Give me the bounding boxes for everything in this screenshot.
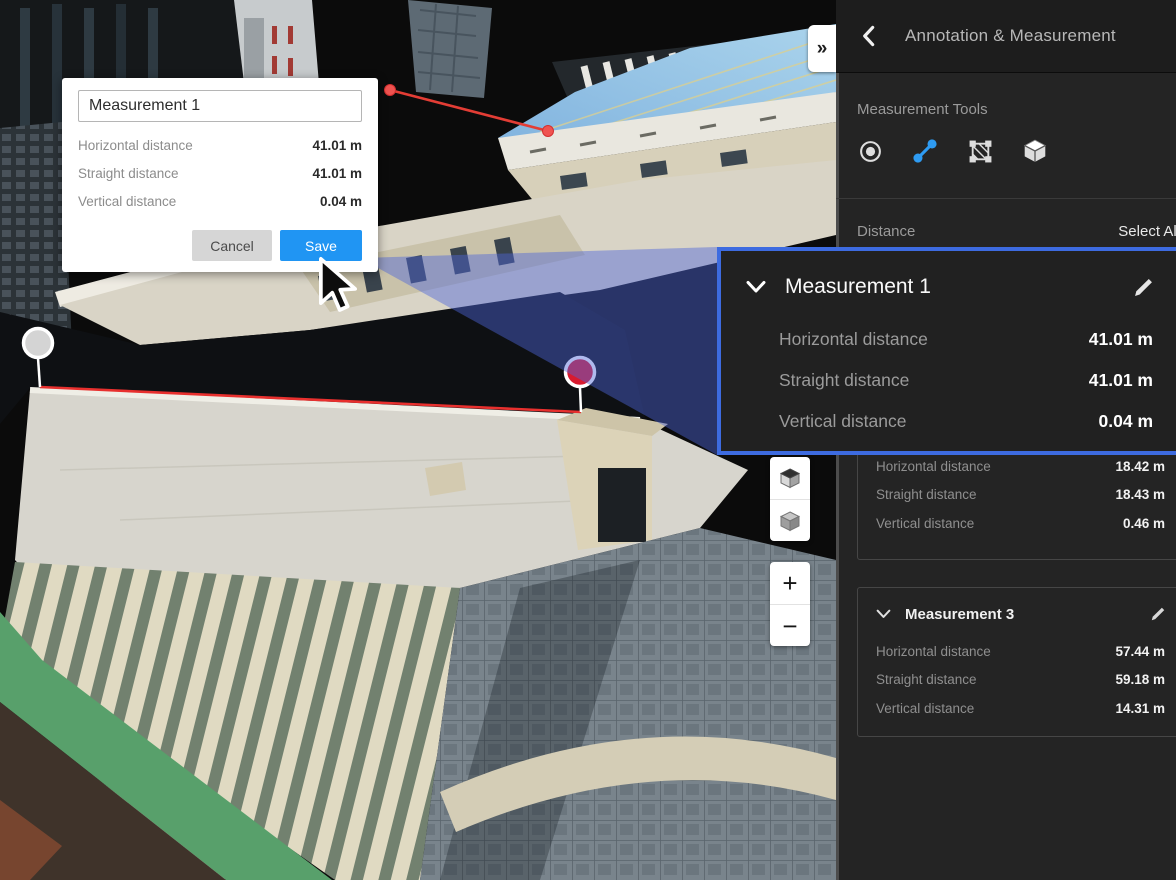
zoom-out-button[interactable]: −	[770, 604, 810, 646]
panel-title: Annotation & Measurement	[905, 26, 1116, 46]
measurement-1-row-straight: Straight distance 41.01 m	[779, 360, 1153, 401]
measurement-2-row-straight: Straight distance 18.43 m	[876, 481, 1165, 510]
popup-measurement-rows: Horizontal distance 41.01 m Straight dis…	[78, 131, 362, 215]
measurement-1-title: Measurement 1	[785, 275, 1134, 299]
map-3d-view[interactable]: » +	[0, 0, 836, 880]
edit-pencil-icon[interactable]	[1134, 278, 1153, 297]
measurement-tools-row	[857, 138, 1048, 164]
measurement-3-card[interactable]: Measurement 3 Horizontal distance 57.44 …	[857, 587, 1176, 737]
mouse-cursor	[316, 256, 360, 316]
chevron-down-icon[interactable]	[876, 608, 891, 620]
view-mode-controls	[770, 457, 810, 541]
volume-tool-icon	[1022, 138, 1048, 164]
measurement-1-row-horizontal: Horizontal distance 41.01 m	[779, 319, 1153, 360]
area-tool-icon	[968, 139, 993, 164]
popup-row-vertical: Vertical distance 0.04 m	[78, 187, 362, 215]
edit-pencil-icon[interactable]	[1151, 607, 1165, 621]
zoom-in-button[interactable]: +	[770, 562, 810, 604]
plus-icon: +	[782, 570, 797, 596]
divider	[836, 198, 1176, 199]
double-chevron-right-icon: »	[817, 38, 828, 60]
cancel-button[interactable]: Cancel	[192, 230, 272, 261]
collapse-panel-button[interactable]: »	[808, 25, 836, 72]
shaded-cube-view-button[interactable]	[770, 457, 810, 499]
measurement-save-popup: Horizontal distance 41.01 m Straight dis…	[62, 78, 378, 272]
point-tool-icon	[858, 139, 883, 164]
measurement-3-row-horizontal: Horizontal distance 57.44 m	[876, 637, 1165, 666]
measurement-name-input[interactable]	[78, 90, 362, 122]
popup-row-horizontal: Horizontal distance 41.01 m	[78, 131, 362, 159]
measurement-3-row-vertical: Vertical distance 14.31 m	[876, 694, 1165, 723]
cube-top-shaded-icon	[778, 466, 802, 490]
point-measure-tool-button[interactable]	[857, 138, 883, 164]
area-measure-tool-button[interactable]	[967, 138, 993, 164]
panel-scrollbar[interactable]	[836, 73, 839, 880]
measurement-3-row-straight: Straight distance 59.18 m	[876, 666, 1165, 695]
measurement-1-highlighted-card[interactable]: Measurement 1 Horizontal distance 41.01 …	[717, 247, 1176, 455]
chevron-left-icon	[860, 25, 878, 47]
measurement-2-row-horizontal: Horizontal distance 18.42 m	[876, 452, 1165, 481]
back-button[interactable]	[860, 25, 878, 47]
popup-row-straight: Straight distance 41.01 m	[78, 159, 362, 187]
select-all-link[interactable]: Select All	[1118, 223, 1176, 240]
measurement-2-endpoint-b[interactable]	[543, 126, 554, 137]
minus-icon: −	[782, 613, 797, 639]
cube-solid-icon	[778, 509, 802, 533]
app-window: » +	[0, 0, 1176, 880]
distance-tool-icon	[912, 138, 938, 164]
measurement-2-endpoint-a[interactable]	[385, 85, 396, 96]
solid-cube-view-button[interactable]	[770, 499, 810, 541]
zoom-controls: + −	[770, 562, 810, 646]
measurement-1-row-vertical: Vertical distance 0.04 m	[779, 401, 1153, 442]
measurement-3-title: Measurement 3	[905, 606, 1151, 623]
panel-header: Annotation & Measurement	[836, 0, 1176, 73]
chevron-down-icon[interactable]	[745, 279, 767, 295]
measurement-2-row-vertical: Vertical distance 0.46 m	[876, 509, 1165, 538]
volume-measure-tool-button[interactable]	[1022, 138, 1048, 164]
distance-section-label: Distance	[857, 223, 915, 240]
distance-measure-tool-button[interactable]	[912, 138, 938, 164]
measurement-tools-label: Measurement Tools	[857, 101, 988, 118]
